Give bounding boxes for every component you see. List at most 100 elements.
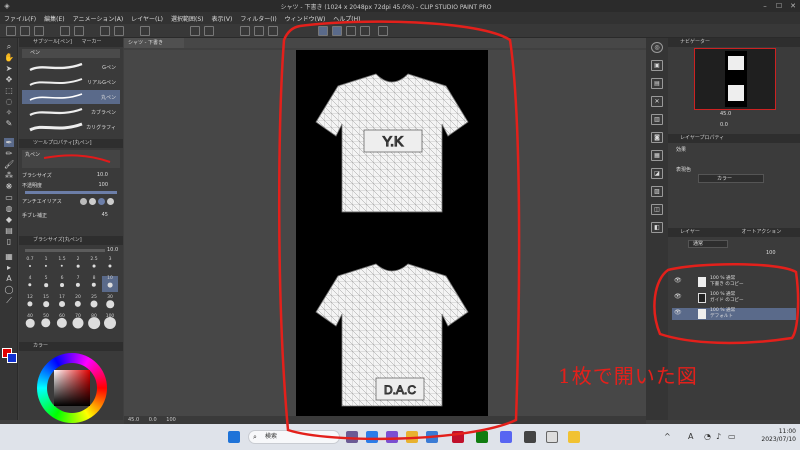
snap-grid-icon[interactable] bbox=[268, 26, 278, 36]
brush-maru-pen[interactable]: 丸ペン bbox=[22, 90, 120, 104]
brush-kabura-pen[interactable]: カブラペン bbox=[22, 105, 120, 119]
menu-file[interactable]: ファイル(F) bbox=[4, 14, 36, 23]
save-icon[interactable] bbox=[34, 26, 44, 36]
navigator-rotation[interactable]: 0.0 bbox=[720, 122, 728, 128]
brush-size-cell[interactable]: 2 bbox=[70, 257, 86, 273]
eraser-icon[interactable]: ▭ bbox=[4, 193, 14, 202]
eye-icon[interactable]: 👁 bbox=[674, 310, 682, 316]
menu-edit[interactable]: 編集(E) bbox=[44, 14, 64, 23]
move-icon[interactable]: ✥ bbox=[4, 75, 14, 84]
opacity-value[interactable]: 100 bbox=[98, 182, 108, 188]
figure-icon[interactable]: ▯ bbox=[4, 237, 14, 246]
new-file-icon[interactable] bbox=[6, 26, 16, 36]
brush-size-cell[interactable]: 1 bbox=[38, 257, 54, 273]
image-icon[interactable]: ◫ bbox=[651, 204, 663, 215]
curve-tool-icon[interactable] bbox=[332, 26, 342, 36]
auto-action-tab[interactable]: オートアクション bbox=[741, 229, 781, 235]
menu-window[interactable]: ウィンドウ(W) bbox=[285, 14, 326, 23]
brush-size-cell[interactable]: 40 bbox=[22, 314, 38, 330]
maximize-icon[interactable]: ☐ bbox=[772, 2, 786, 10]
close-icon[interactable]: ✕ bbox=[786, 2, 800, 10]
brush-size-cell[interactable]: 20 bbox=[70, 295, 86, 311]
menu-selection[interactable]: 選択範囲(S) bbox=[171, 14, 204, 23]
airbrush-icon[interactable]: ⁂ bbox=[4, 171, 14, 180]
wifi-icon[interactable]: ◔ bbox=[704, 432, 711, 441]
clear-icon[interactable] bbox=[100, 26, 110, 36]
brush-size-cell[interactable]: 5 bbox=[38, 276, 54, 292]
stabilization-value[interactable]: 45 bbox=[102, 212, 108, 218]
brush-size-cell[interactable]: 15 bbox=[38, 295, 54, 311]
brush-size-cell[interactable]: 100 bbox=[102, 314, 118, 330]
pen-group-tab[interactable]: ペン bbox=[22, 49, 120, 58]
correct-line-icon[interactable]: ⟋ bbox=[4, 296, 14, 305]
layer-search-icon[interactable]: ▥ bbox=[651, 114, 663, 125]
brush-size-cell[interactable]: 50 bbox=[38, 314, 54, 330]
brush-calligraphy[interactable]: カリグラフィ bbox=[22, 120, 120, 134]
tablet-icon[interactable] bbox=[360, 26, 370, 36]
saturation-value-square[interactable] bbox=[54, 370, 90, 406]
layer-row-guide-copy[interactable]: 👁 100 % 通常 ガイド のコピー bbox=[672, 292, 796, 304]
layer-tab[interactable]: レイヤー bbox=[680, 229, 700, 235]
fill-bucket-icon[interactable]: ◆ bbox=[4, 215, 14, 224]
battery-icon[interactable]: ▭ bbox=[728, 432, 736, 441]
eye-icon[interactable]: 👁 bbox=[674, 294, 682, 300]
discord-icon[interactable] bbox=[500, 431, 512, 443]
close-panel-icon[interactable]: ✕ bbox=[651, 96, 663, 107]
navigator-zoom[interactable]: 45.0 bbox=[720, 111, 731, 117]
animation-icon[interactable]: ◧ bbox=[651, 222, 663, 233]
windows-start-icon[interactable] bbox=[228, 431, 240, 443]
store-icon[interactable] bbox=[426, 431, 438, 443]
expression-color-select[interactable]: カラー bbox=[698, 174, 764, 183]
brush-size-cell[interactable]: 0.7 bbox=[22, 257, 38, 273]
brush-size-cell[interactable]: 8 bbox=[86, 276, 102, 292]
frame-icon[interactable]: ▦ bbox=[4, 252, 14, 261]
chrome-icon[interactable] bbox=[568, 431, 580, 443]
balloon-icon[interactable]: ◯ bbox=[4, 285, 14, 294]
eyedropper-icon[interactable]: ✎ bbox=[4, 119, 14, 128]
gradient-icon[interactable]: ▤ bbox=[4, 226, 14, 235]
brush-size-readout[interactable]: 10.0 bbox=[107, 247, 118, 253]
brush-size-row[interactable]: ブラシサイズ 10.0 bbox=[22, 172, 120, 180]
text-icon[interactable]: A bbox=[4, 274, 14, 283]
pen-icon[interactable]: ✒ bbox=[4, 138, 14, 147]
menu-help[interactable]: ヘルプ(H) bbox=[333, 14, 360, 23]
hand-icon[interactable]: ✋ bbox=[4, 53, 14, 62]
zoom-icon[interactable]: ⌕ bbox=[4, 42, 14, 51]
taskbar-clock[interactable]: 11:00 2023/07/10 bbox=[748, 428, 796, 444]
sub-color-swatch[interactable] bbox=[7, 353, 17, 363]
antialias-strong[interactable] bbox=[107, 198, 114, 205]
clip-studio-icon[interactable]: ◎ bbox=[651, 42, 663, 53]
volume-icon[interactable]: ♪ bbox=[716, 432, 721, 441]
document-tab[interactable]: シャツ - 下書き bbox=[124, 38, 184, 48]
brush-g-pen[interactable]: Gペン bbox=[22, 60, 120, 74]
deselect-icon[interactable] bbox=[190, 26, 200, 36]
open-file-icon[interactable] bbox=[20, 26, 30, 36]
layer-row-default[interactable]: 👁 100 % 通常 デフォルト bbox=[672, 308, 796, 320]
invert-selection-icon[interactable] bbox=[204, 26, 214, 36]
blend-mode-select[interactable]: 通常 bbox=[688, 240, 728, 248]
minimize-icon[interactable]: – bbox=[758, 2, 772, 10]
pencil-icon[interactable]: ✏ bbox=[4, 149, 14, 158]
fill-icon[interactable] bbox=[140, 26, 150, 36]
brush-size-cell[interactable]: 25 bbox=[86, 295, 102, 311]
help-icon[interactable] bbox=[378, 26, 388, 36]
brush-size-cell[interactable]: 4 bbox=[22, 276, 38, 292]
brush-size-cell[interactable]: 6 bbox=[54, 276, 70, 292]
antialias-none[interactable] bbox=[80, 198, 87, 205]
decoration-icon[interactable]: ❋ bbox=[4, 182, 14, 191]
brush-size-cell[interactable]: 30 bbox=[102, 295, 118, 311]
antialias-row[interactable]: アンチエイリアス bbox=[22, 198, 120, 206]
undo-icon[interactable] bbox=[60, 26, 70, 36]
app-red-icon[interactable] bbox=[452, 431, 464, 443]
ruler-icon[interactable]: ▸ bbox=[4, 263, 14, 272]
auto-select-icon[interactable]: ✧ bbox=[4, 108, 14, 117]
sub-view-icon[interactable]: ◪ bbox=[651, 168, 663, 179]
opacity-row[interactable]: 不透明度 100 bbox=[22, 182, 120, 190]
clear-outside-icon[interactable] bbox=[114, 26, 124, 36]
brush-size-cell[interactable]: 7 bbox=[70, 276, 86, 292]
selection-icon[interactable]: ⬚ bbox=[4, 86, 14, 95]
menu-animation[interactable]: アニメーション(A) bbox=[73, 14, 124, 23]
subtool-tab-pen[interactable]: サブツール[ペン] bbox=[33, 39, 72, 45]
opacity-slider[interactable] bbox=[25, 191, 117, 194]
ime-indicator[interactable]: A bbox=[688, 432, 693, 441]
